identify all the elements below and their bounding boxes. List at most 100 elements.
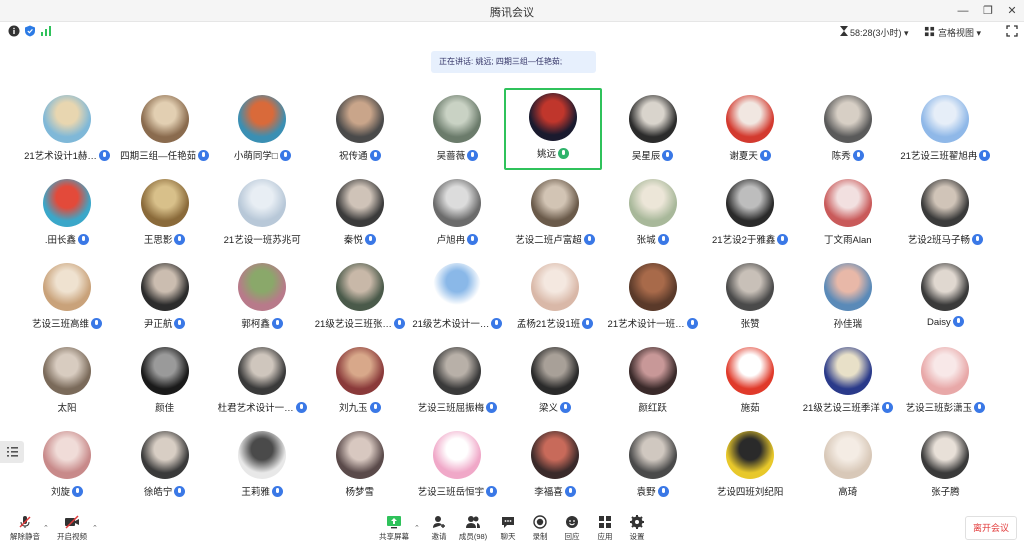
- participant-tile[interactable]: 艺设二班卢富超: [506, 174, 604, 256]
- participant-tile[interactable]: 郭柯鑫: [213, 258, 311, 340]
- share-screen-button[interactable]: 共享屏幕: [374, 513, 414, 543]
- participant-tile[interactable]: 太阳: [18, 342, 116, 424]
- participant-tile[interactable]: 艺设三班屈振梅: [408, 342, 506, 424]
- start-video-label: 开启视频: [57, 532, 87, 541]
- participant-tile[interactable]: 丁文雨Alan: [799, 174, 897, 256]
- participant-tile[interactable]: 姚远: [504, 88, 602, 170]
- record-icon: [533, 515, 547, 529]
- participant-tile[interactable]: 21艺术设计一班…: [604, 258, 702, 340]
- participant-tile[interactable]: 祝传通: [311, 90, 409, 172]
- participant-name: 高琦: [799, 484, 897, 498]
- participant-name: 刘九玉: [311, 400, 409, 414]
- participant-tile[interactable]: 小萌同学□: [213, 90, 311, 172]
- participant-name-text: 袁野: [636, 487, 656, 498]
- participant-tile[interactable]: 秦悦: [311, 174, 409, 256]
- participant-tile[interactable]: 杜君艺术设计一…: [213, 342, 311, 424]
- info-icon[interactable]: [8, 25, 20, 37]
- participant-tile[interactable]: 艺设三班高维: [18, 258, 116, 340]
- avatar: [921, 347, 970, 395]
- minimize-icon[interactable]: —: [955, 3, 971, 19]
- participant-tile[interactable]: 吴蔷薇: [408, 90, 506, 172]
- participant-tile[interactable]: 孟杨21艺设1班: [506, 258, 604, 340]
- participant-name-text: 颜红跃: [638, 403, 667, 414]
- view-mode-selector[interactable]: 宫格视图 ▾: [938, 26, 981, 39]
- members-icon: [466, 516, 480, 528]
- participant-tile[interactable]: 陈秀: [799, 90, 897, 172]
- participant-tile[interactable]: .田长鑫: [18, 174, 116, 256]
- participant-tile[interactable]: 21艺术设计1赫…: [18, 90, 116, 172]
- mic-icon: [467, 234, 479, 245]
- invite-icon: [433, 516, 445, 528]
- participant-tile[interactable]: 21级艺术设计一…: [408, 258, 506, 340]
- participant-tile[interactable]: 袁野: [604, 426, 702, 508]
- participant-tile[interactable]: 孙佳瑞: [799, 258, 897, 340]
- members-button[interactable]: 成员(98): [453, 513, 493, 543]
- meeting-toolbar: 58:28(3小时) ▾ 宫格视图 ▾: [0, 22, 1024, 42]
- participant-tile[interactable]: 颜红跃: [604, 342, 702, 424]
- participant-name-text: 李福喜: [534, 487, 563, 498]
- participant-tile[interactable]: 卢旭冉: [408, 174, 506, 256]
- mic-icon: [583, 234, 595, 245]
- participant-name: 刘旋: [18, 484, 116, 498]
- leave-meeting-button[interactable]: 离开会议: [965, 516, 1017, 540]
- mic-icon: [271, 318, 283, 329]
- participant-tile[interactable]: 王思影: [116, 174, 214, 256]
- mic-icon: [657, 234, 669, 245]
- participant-name-text: 艺设三班高维: [31, 319, 89, 330]
- restore-icon[interactable]: ❐: [980, 3, 996, 19]
- mic-icon: [198, 150, 210, 161]
- avatar: [238, 263, 287, 311]
- settings-button[interactable]: 设置: [617, 513, 657, 543]
- participant-name: 袁野: [604, 484, 702, 498]
- participant-tile[interactable]: 张城: [604, 174, 702, 256]
- side-panel-toggle[interactable]: [0, 441, 24, 463]
- participant-name-text: 孙佳瑞: [833, 319, 863, 330]
- participant-tile[interactable]: 艺设三班岳恒宇: [408, 426, 506, 508]
- participant-tile[interactable]: 21艺设三班翟旭冉: [896, 90, 994, 172]
- participant-tile[interactable]: 21级艺设三班张…: [311, 258, 409, 340]
- participant-tile[interactable]: 杨梦雪: [311, 426, 409, 508]
- participant-tile[interactable]: 刘旋: [18, 426, 116, 508]
- meeting-timer[interactable]: 58:28(3小时) ▾: [850, 26, 909, 39]
- mic-icon: [662, 150, 674, 161]
- participant-tile[interactable]: 施茹: [701, 342, 799, 424]
- participant-tile[interactable]: 高琦: [799, 426, 897, 508]
- participant-tile[interactable]: 刘九玉: [311, 342, 409, 424]
- avatar: [335, 347, 384, 395]
- participant-tile[interactable]: 吴星辰: [604, 90, 702, 172]
- participant-tile[interactable]: 四期三组—任艳茹: [116, 90, 214, 172]
- avatar: [628, 95, 677, 143]
- participant-tile[interactable]: 艺设2班马子畅: [896, 174, 994, 256]
- participant-tile[interactable]: 张子腾: [896, 426, 994, 508]
- start-video-button[interactable]: 开启视频: [52, 513, 92, 543]
- unmute-button[interactable]: 解除静音: [5, 513, 45, 543]
- participant-name-text: 姚远: [536, 149, 556, 160]
- participant-tile[interactable]: 张赞: [701, 258, 799, 340]
- participant-name-text: 21艺设三班翟旭冉: [900, 151, 978, 162]
- participant-tile[interactable]: 谢夏天: [701, 90, 799, 172]
- close-icon[interactable]: ✕: [1004, 3, 1020, 19]
- participant-name: 张赞: [701, 316, 799, 330]
- grid-view-icon: [924, 26, 935, 37]
- participant-name: 尹正航: [116, 316, 214, 330]
- participant-name-text: 高琦: [838, 487, 858, 498]
- participant-tile[interactable]: 徐皓宁: [116, 426, 214, 508]
- participant-tile[interactable]: 艺设三班彭潇玉: [896, 342, 994, 424]
- participant-tile[interactable]: 尹正航: [116, 258, 214, 340]
- participant-tile[interactable]: 艺设四班刘纪阳: [701, 426, 799, 508]
- participant-tile[interactable]: 李福喜: [506, 426, 604, 508]
- video-options-caret[interactable]: ⌃: [92, 524, 98, 532]
- signal-icon[interactable]: [40, 25, 52, 37]
- participant-tile[interactable]: 21艺设一班苏兆可: [213, 174, 311, 256]
- participant-tile[interactable]: 颜佳: [116, 342, 214, 424]
- mic-icon: [881, 402, 893, 413]
- participant-tile[interactable]: 梁义: [506, 342, 604, 424]
- participant-tile[interactable]: 21级艺设三班季洋: [799, 342, 897, 424]
- avatar: [335, 263, 384, 311]
- fullscreen-icon[interactable]: [1006, 25, 1018, 37]
- participant-tile[interactable]: 21艺设2于雅鑫: [701, 174, 799, 256]
- shield-icon[interactable]: [24, 25, 36, 37]
- participant-tile[interactable]: Daisy: [896, 258, 994, 340]
- participant-tile[interactable]: 王莉雅: [213, 426, 311, 508]
- audio-options-caret[interactable]: ⌃: [43, 524, 49, 532]
